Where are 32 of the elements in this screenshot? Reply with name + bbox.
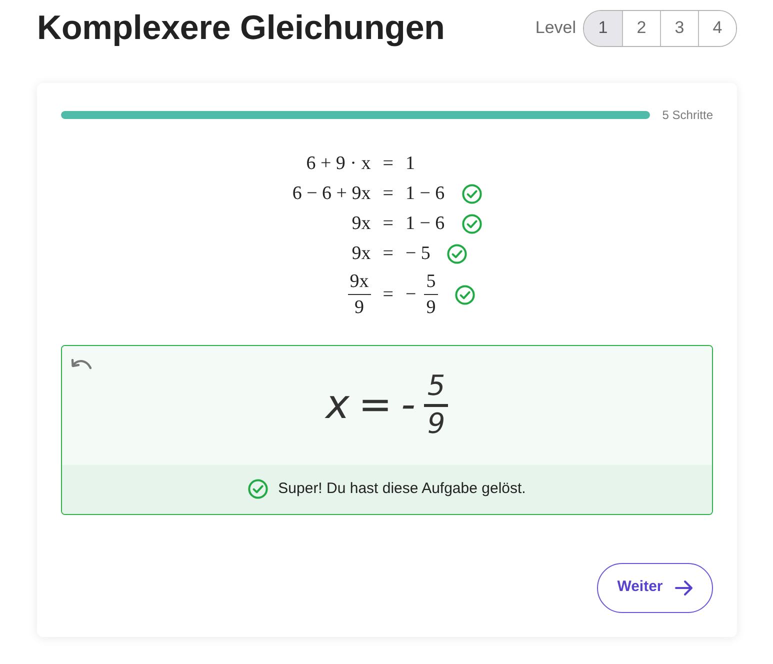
feedback-message: Super! Du hast diese Aufgabe gelöst. — [278, 478, 526, 499]
equation-left-side: 6 + 9 · x — [306, 152, 371, 176]
next-button[interactable]: Weiter — [597, 562, 713, 613]
fraction-denominator: 9 — [354, 296, 364, 319]
equals-sign: = — [382, 152, 394, 176]
level-option[interactable]: 1 — [584, 10, 622, 46]
fraction-numerator: 9x — [348, 271, 371, 295]
arrow-right-icon — [674, 580, 693, 596]
handwritten-symbol: - — [400, 385, 416, 426]
handwritten-symbol: x — [326, 385, 350, 426]
equals-sign: = — [382, 182, 394, 206]
equation-left-side: 6 − 6 + 9x — [292, 182, 371, 206]
equals-sign: = — [382, 212, 394, 236]
fraction-denominator: 9 — [426, 296, 436, 319]
equals-sign: = — [382, 242, 394, 266]
level-option[interactable]: 4 — [698, 10, 736, 46]
equation-right-side: − — [405, 282, 416, 307]
fraction-numerator: 5 — [424, 271, 438, 295]
level-label: Level — [535, 17, 576, 40]
fraction-numerator: 5 — [424, 370, 448, 407]
page-title: Komplexere Gleichungen — [37, 11, 445, 45]
equation-right-side: 1 − 6 — [405, 212, 445, 236]
check-circle-icon — [248, 479, 268, 500]
equals-sign: = — [382, 282, 394, 307]
equation-left-side: 9x — [352, 212, 371, 236]
fraction-denominator: 9 — [427, 406, 446, 440]
handwritten-symbol: = — [358, 385, 392, 426]
step-count-label: 5 Schritte — [662, 107, 713, 124]
equation-right-side: 1 − 6 — [405, 182, 445, 206]
equation-left-side: 9x — [352, 242, 371, 266]
equation-right-side: 1 — [405, 152, 415, 176]
equation-right-side: − 5 — [405, 242, 430, 266]
